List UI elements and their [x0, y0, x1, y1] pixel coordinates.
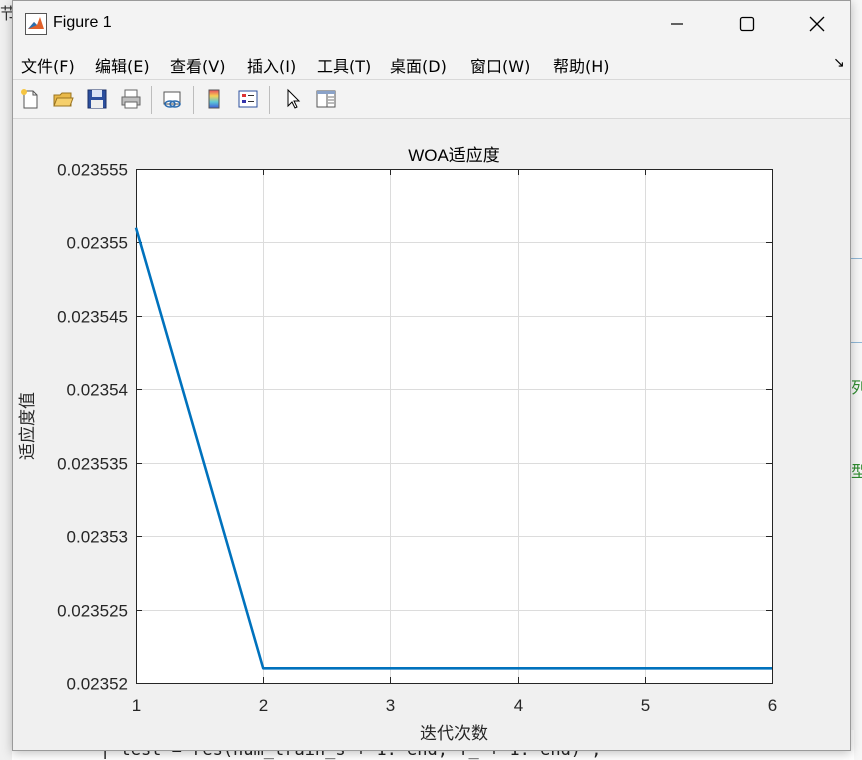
open-file-button[interactable]: [50, 86, 76, 112]
legend-icon: [238, 90, 258, 108]
save-icon: [87, 89, 107, 109]
new-figure-button[interactable]: [17, 86, 43, 112]
x-tick-label: 2: [259, 696, 268, 715]
x-tick-label: 3: [386, 696, 395, 715]
matlab-logo-icon: [25, 13, 47, 35]
menu-desktop[interactable]: 桌面(D): [390, 53, 447, 77]
save-button[interactable]: [84, 86, 110, 112]
background-editor-left-edge: [0, 0, 12, 760]
x-tick-label: 4: [514, 696, 523, 715]
legend-button[interactable]: [235, 86, 261, 112]
maximize-icon: [739, 16, 755, 32]
y-tick-label: 0.023535: [57, 455, 128, 474]
chart[interactable]: 1 2 3 4 5 6 0.02352 0.023525 0.02353 0.023535 0.02…: [13, 119, 850, 750]
menu-view[interactable]: 查看(V): [170, 53, 225, 77]
new-figure-icon: [21, 89, 38, 109]
y-tick-label: 0.02355: [67, 234, 128, 253]
axes-background: [136, 169, 772, 683]
print-icon: [121, 89, 141, 109]
y-tick-label: 0.023555: [57, 161, 128, 180]
y-tick-label: 0.02353: [67, 528, 128, 547]
colorbar-icon: [208, 89, 220, 109]
y-tick-label: 0.023545: [57, 308, 128, 327]
close-button[interactable]: [781, 1, 853, 47]
figure-window: Figure 1 文件(F) 编辑(E) 查看(V) 插入(I) 工具(T) 桌…: [12, 0, 851, 751]
toolbar-separator: [269, 86, 270, 114]
x-tick-label: 5: [641, 696, 650, 715]
property-inspector-button[interactable]: [313, 86, 339, 112]
maximize-button[interactable]: [711, 1, 783, 47]
toolbar-separator: [151, 86, 152, 114]
y-tick-label: 0.02354: [67, 381, 128, 400]
background-right-text: 型: [851, 462, 862, 481]
toolbar-separator: [193, 86, 194, 114]
menu-insert[interactable]: 插入(I): [247, 53, 296, 77]
dock-arrow-icon[interactable]: ↘: [833, 55, 845, 71]
y-tick-label: 0.023525: [57, 602, 128, 621]
background-divider: [851, 258, 862, 259]
figure-canvas: 1 2 3 4 5 6 0.02352 0.023525 0.02353 0.023535 0.02…: [13, 119, 850, 750]
link-plot-button[interactable]: [159, 86, 185, 112]
window-title: Figure 1: [53, 14, 112, 31]
minimize-button[interactable]: [641, 1, 713, 47]
y-axis-label: 适应度值: [18, 392, 37, 460]
pointer-icon: [287, 88, 301, 109]
y-tick-label: 0.02352: [67, 675, 128, 694]
x-tick-label: 6: [768, 696, 777, 715]
background-divider: [851, 342, 862, 343]
menu-edit[interactable]: 编辑(E): [95, 53, 150, 77]
print-button[interactable]: [118, 86, 144, 112]
title-bar[interactable]: Figure 1: [13, 1, 850, 47]
menu-window[interactable]: 窗口(W): [470, 53, 530, 77]
link-plot-icon: [163, 91, 181, 108]
menu-help[interactable]: 帮助(H): [553, 53, 610, 77]
open-file-icon: [53, 92, 74, 107]
property-inspector-icon: [316, 90, 336, 108]
x-tick-label: 1: [132, 696, 141, 715]
pointer-button[interactable]: [279, 86, 305, 112]
menu-tools[interactable]: 工具(T): [317, 53, 371, 77]
menu-bar: 文件(F) 编辑(E) 查看(V) 插入(I) 工具(T) 桌面(D) 窗口(W…: [13, 47, 850, 79]
menu-file[interactable]: 文件(F): [21, 53, 75, 77]
minimize-icon: [671, 23, 683, 25]
x-axis-label: 迭代次数: [420, 724, 488, 743]
close-icon: [809, 16, 825, 32]
colorbar-button[interactable]: [201, 86, 227, 112]
chart-title: WOA适应度: [408, 146, 500, 165]
toolbar: [13, 79, 850, 119]
background-right-text: 列: [851, 378, 862, 397]
